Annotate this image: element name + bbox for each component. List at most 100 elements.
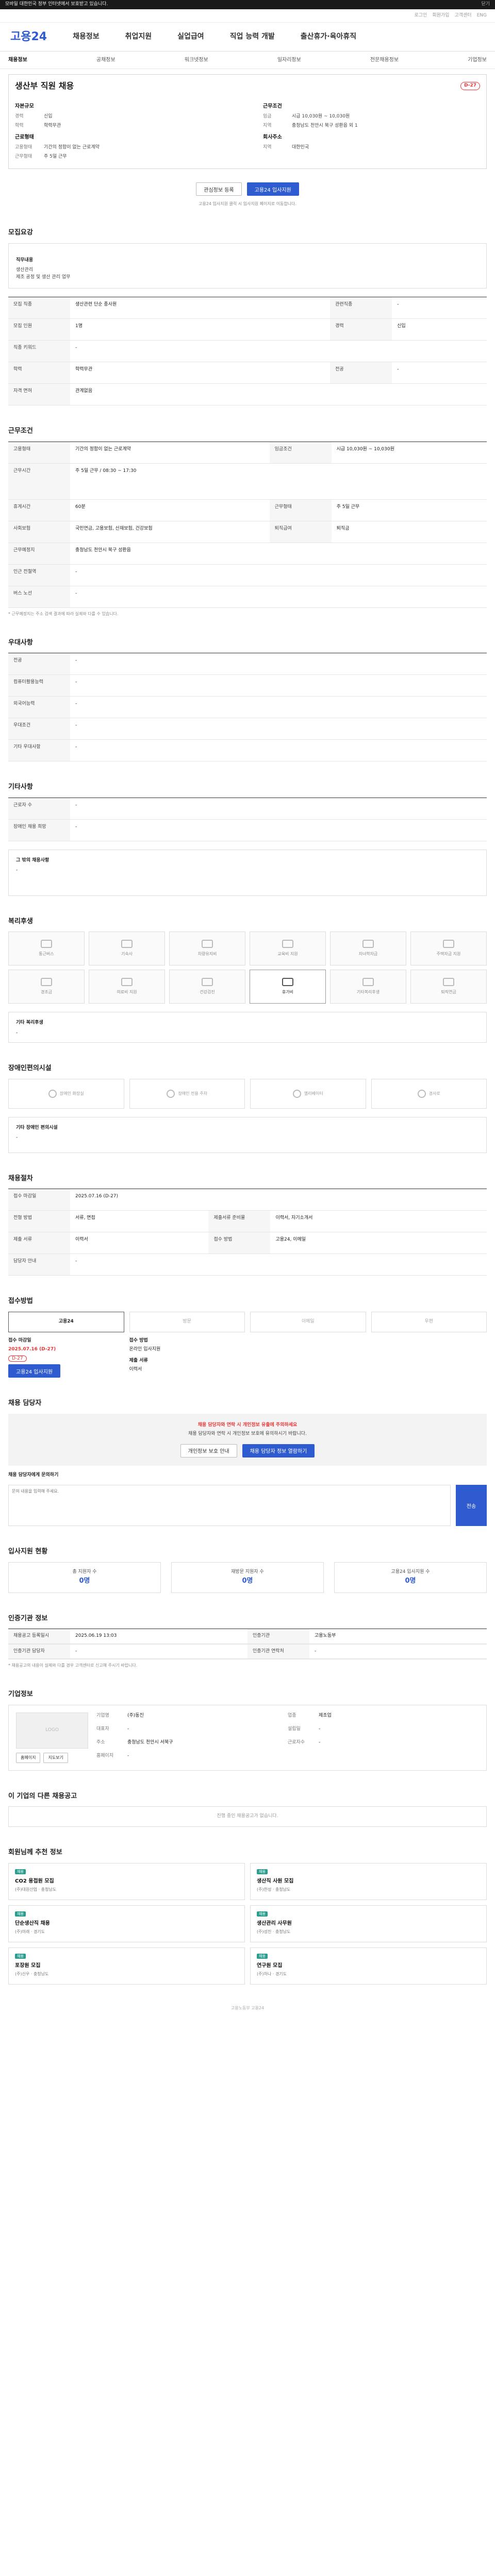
apply-online-button[interactable]: 고용24 입사지원 <box>8 1364 61 1378</box>
company-map-button[interactable]: 지도보기 <box>43 1752 68 1763</box>
disability-icon <box>48 1089 57 1098</box>
util-help[interactable]: 고객센터 <box>454 12 471 20</box>
cell-value: 1명 <box>70 318 331 341</box>
conditions-table: 고용형태 기간의 정함이 없는 근로계약 임금조건 시급 10,030원 ~ 10,0… <box>8 441 487 608</box>
recommend-card[interactable]: 채용 포장원 모집 (주)신우 · 충청남도 <box>8 1947 245 1985</box>
recommend-tag: 채용 <box>257 1911 268 1917</box>
recommend-card[interactable]: 채용 생산직 사원 모집 (주)한성 · 충청남도 <box>250 1862 487 1900</box>
cell-value: - <box>70 564 487 586</box>
welfare-label: 건강검진 <box>200 990 215 994</box>
head-value: 시급 10,030원 ~ 10,030원 <box>292 114 350 119</box>
cell-label: 버스 노선 <box>8 586 70 608</box>
gnb-item-leave[interactable]: 출산휴가·육아휴직 <box>301 31 356 42</box>
disability-label: 장애인 전용 주차 <box>178 1091 208 1096</box>
sub-nav-worknet[interactable]: 워크넷정보 <box>185 56 208 64</box>
gov-topbar-close[interactable]: 닫기 <box>481 1 490 8</box>
etc-extra-box: 그 밖의 채용사항 - <box>8 849 487 896</box>
recommend-title: 생산직 사원 모집 <box>257 1878 294 1884</box>
section-manager: 채용 담당자 채용 담당자와 연락 시 개인정보 유출에 주의하세요 채용 담당… <box>8 1398 487 1526</box>
gnb-item-jobs[interactable]: 채용정보 <box>73 31 100 42</box>
welfare-icon <box>282 940 293 948</box>
co-label: 홈페이지 <box>96 1753 114 1758</box>
stat-label: 총 지원자 수 <box>72 1569 97 1574</box>
sub-nav-company[interactable]: 기업정보 <box>468 56 487 64</box>
sub-nav: 채용정보 공채정보 워크넷정보 일자리정보 전문채용정보 기업정보 <box>0 52 495 69</box>
welfare-grid: 통근버스 기숙사 차량유지비 교육비 지원 자녀학자금 주택자금 지원 경조금 의료비 지원 건… <box>8 931 487 1004</box>
cell-label: 컴퓨터활용능력 <box>8 674 70 697</box>
cell-label: 접수 방법 <box>208 1232 271 1254</box>
privacy-guide-button[interactable]: 개인정보 보호 안내 <box>180 1444 237 1458</box>
welfare-label: 차량유지비 <box>197 952 217 956</box>
recommend-card[interactable]: 채용 생산관리 사무원 (주)성진 · 충청남도 <box>250 1905 487 1942</box>
cell-value: 시급 10,030원 ~ 10,030원 <box>331 442 487 464</box>
apply-dday: D-27 <box>8 1355 27 1362</box>
welfare-icon <box>202 940 213 948</box>
recommend-card[interactable]: 채용 CO2 용접원 모집 (주)대원산업 · 충청남도 <box>8 1862 245 1900</box>
recommend-card[interactable]: 채용 연구원 모집 (주)하나 · 경기도 <box>250 1947 487 1985</box>
disability-other-box: 기타 장애인 편의시설 - <box>8 1116 487 1153</box>
like-button[interactable]: 관심정보 등록 <box>196 182 242 196</box>
head-value: 충청남도 천안시 북구 성환읍 외 1 <box>292 123 358 128</box>
co-value <box>319 1753 479 1763</box>
cell-value: - <box>70 1645 248 1659</box>
section-disability: 장애인편의시설 장애인 화장실 장애인 전용 주차 엘리베이터 경사로 기타 장애인 … <box>8 1063 487 1153</box>
gnb-item-benefit[interactable]: 실업급여 <box>177 31 204 42</box>
welfare-icon <box>202 978 213 986</box>
method-tab[interactable]: 이메일 <box>250 1311 366 1332</box>
util-login[interactable]: 로그인 <box>415 12 427 20</box>
welfare-label: 경조금 <box>40 990 53 994</box>
method-tab[interactable]: 방문 <box>129 1311 245 1332</box>
gnb-item-training[interactable]: 직업 능력 개발 <box>230 31 275 42</box>
section-title: 접수방법 <box>8 1297 33 1305</box>
cell-value: 2025.06.19 13:03 <box>70 1629 248 1644</box>
cell-value: 기간의 정함이 없는 근로계약 <box>70 442 270 464</box>
recommend-tag: 채용 <box>15 1953 26 1959</box>
job-header: 생산부 직원 채용 D-27 자본규모 경력 신입 학력 학력무관 근로형태 고용형… <box>8 74 487 169</box>
company-homepage-button[interactable]: 홈페이지 <box>16 1752 41 1763</box>
cell-label: 외국어능력 <box>8 696 70 718</box>
cell-value: - <box>70 819 487 841</box>
view-manager-button[interactable]: 채용 담당자 정보 열람하기 <box>242 1444 315 1458</box>
section-title: 채용 담당자 <box>8 1399 42 1407</box>
welfare-item: 교육비 지원 <box>250 931 326 965</box>
cell-value: - <box>70 1253 487 1276</box>
util-eng[interactable]: ENG <box>477 12 487 20</box>
inquiry-label: 채용 담당자에게 문의하기 <box>8 1472 59 1478</box>
apply-method-label: 접수 방법 <box>129 1337 148 1343</box>
cell-label: 담당자 안내 <box>8 1253 70 1276</box>
gnb-item-support[interactable]: 취업지원 <box>125 31 152 42</box>
sub-nav-work[interactable]: 일자리정보 <box>277 56 301 64</box>
cell-value: 고용노동부 <box>309 1629 487 1644</box>
welfare-item: 건강검진 <box>169 970 245 1004</box>
recommend-tag: 채용 <box>15 1869 26 1874</box>
cell-value: 서류, 면접 <box>70 1210 209 1232</box>
site-logo[interactable]: 고용24 <box>10 28 47 45</box>
method-tab[interactable]: 우편 <box>371 1311 487 1332</box>
co-value: 충청남도 천안시 서북구 <box>127 1739 173 1745</box>
section-title: 근무조건 <box>8 427 33 435</box>
inquiry-input[interactable] <box>8 1485 451 1526</box>
footer: 고용노동부 고용24 <box>230 2005 265 2010</box>
cell-label: 인근 전철역 <box>8 564 70 586</box>
cell-label: 근무형태 <box>269 499 332 521</box>
cell-label: 휴게시간 <box>8 499 70 521</box>
cell-label: 퇴직급여 <box>269 521 332 543</box>
sub-nav-expert[interactable]: 전문채용정보 <box>370 56 399 64</box>
sub-nav-public[interactable]: 공채정보 <box>96 56 116 64</box>
cell-label: 장애인 채용 희망 <box>8 819 70 841</box>
sub-nav-jobs[interactable]: 채용정보 <box>8 56 27 64</box>
cell-value: 충청남도 천안시 북구 성환읍 <box>70 543 487 565</box>
inquiry-send-button[interactable]: 전송 <box>456 1485 487 1526</box>
apply-method-value: 온라인 입사지원 <box>129 1347 161 1352</box>
disability-item: 장애인 전용 주차 <box>129 1078 245 1109</box>
recruit-table: 모집 직종 생산관련 단순 종사원 관련직종 - 모집 인원 1명 경력 신입 직종 키워드… <box>8 297 487 405</box>
method-tab[interactable]: 고용24 <box>8 1311 124 1332</box>
method-tabs: 고용24 방문 이메일 우편 <box>8 1311 487 1332</box>
util-join[interactable]: 회원가입 <box>432 12 449 20</box>
apply-button[interactable]: 고용24 입사지원 <box>246 182 299 196</box>
recommend-card[interactable]: 채용 단순생산직 채용 (주)미래 · 경기도 <box>8 1905 245 1942</box>
welfare-icon <box>362 978 374 986</box>
co-label: 설립일 <box>288 1726 301 1732</box>
duty-line: 생산관리 <box>16 267 34 273</box>
cell-value: - <box>70 798 487 820</box>
